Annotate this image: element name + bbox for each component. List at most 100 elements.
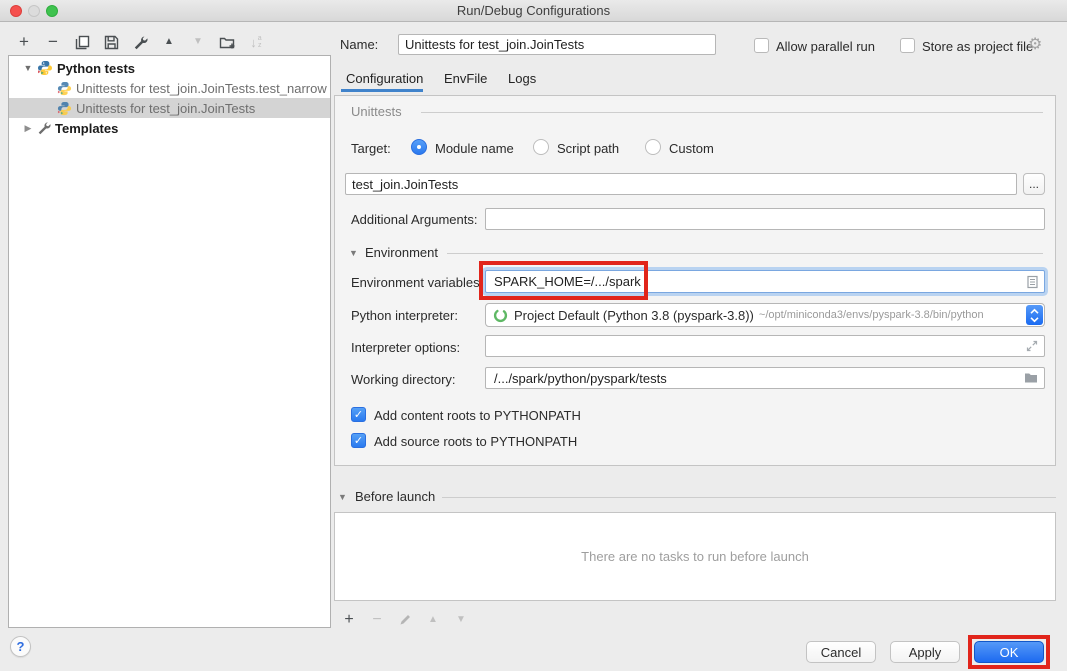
add-source-roots-checkbox[interactable]: ✓	[351, 433, 366, 448]
before-launch-toolbar: + − ▲ ▼	[340, 611, 470, 629]
python-interpreter-label: Python interpreter:	[351, 308, 458, 323]
add-source-roots-label[interactable]: Add source roots to PYTHONPATH	[374, 434, 577, 449]
environment-variables-value[interactable]: SPARK_HOME=/.../spark	[494, 274, 641, 289]
environment-section-label[interactable]: Environment	[365, 245, 438, 260]
tab-configuration[interactable]: Configuration	[346, 71, 423, 86]
titlebar: Run/Debug Configurations	[0, 0, 1067, 22]
arrow-down-icon: ▼	[193, 37, 203, 47]
store-as-project-file-label[interactable]: Store as project file	[922, 39, 1033, 54]
minus-icon: −	[48, 32, 58, 52]
tab-envfile[interactable]: EnvFile	[444, 71, 487, 86]
move-up-button[interactable]: ▲	[159, 32, 179, 52]
python-interpreter-value: Project Default (Python 3.8 (pyspark-3.8…	[514, 308, 754, 323]
move-down-button[interactable]: ▼	[188, 32, 208, 52]
new-folder-icon	[219, 35, 235, 50]
environment-variables-field[interactable]: SPARK_HOME=/.../spark	[485, 270, 1045, 293]
tree-item-unittests-test-narrow[interactable]: Unittests for test_join.JoinTests.test_n…	[9, 78, 330, 98]
sort-configurations-button[interactable]: ↓az	[246, 32, 266, 52]
additional-arguments-input[interactable]	[485, 208, 1045, 230]
save-icon	[104, 35, 119, 50]
add-configuration-button[interactable]: +	[14, 32, 34, 52]
add-icon: +	[19, 32, 29, 52]
target-input[interactable]	[345, 173, 1017, 195]
edit-variables-icon[interactable]	[1027, 275, 1038, 288]
target-custom-label[interactable]: Custom	[669, 141, 714, 156]
minus-icon: −	[372, 611, 381, 629]
tree-item-label: Unittests for test_join.JoinTests	[76, 101, 255, 116]
active-tab-underline	[341, 89, 423, 92]
conda-env-icon	[493, 308, 508, 323]
target-module-name-radio[interactable]	[411, 139, 427, 155]
before-launch-empty-text: There are no tasks to run before launch	[581, 549, 809, 564]
additional-arguments-label: Additional Arguments:	[351, 212, 477, 227]
before-launch-task-list[interactable]: There are no tasks to run before launch	[334, 512, 1056, 601]
remove-task-button[interactable]: −	[368, 611, 386, 629]
templates-wrench-icon	[37, 121, 51, 135]
gear-icon[interactable]: ⚙	[1028, 34, 1042, 54]
sort-az-icon: ↓az	[250, 35, 261, 50]
copy-configuration-button[interactable]	[72, 32, 92, 52]
chevron-down-icon[interactable]: ▼	[23, 63, 33, 73]
tree-item-label: Python tests	[57, 61, 135, 76]
python-tests-icon	[37, 60, 53, 76]
combobox-stepper-icon[interactable]	[1026, 305, 1043, 325]
environment-collapse-icon[interactable]: ▼	[349, 248, 358, 258]
python-interpreter-combobox[interactable]: Project Default (Python 3.8 (pyspark-3.8…	[485, 303, 1045, 327]
move-task-up-button[interactable]: ▲	[424, 611, 442, 629]
edit-task-button[interactable]	[396, 611, 414, 629]
allow-parallel-run-label[interactable]: Allow parallel run	[776, 39, 875, 54]
copy-icon	[75, 35, 90, 50]
interpreter-options-input[interactable]	[485, 335, 1045, 357]
working-directory-label: Working directory:	[351, 372, 456, 387]
apply-button[interactable]: Apply	[890, 641, 960, 663]
python-test-config-icon	[57, 81, 72, 96]
working-directory-input[interactable]: /.../spark/python/pyspark/tests	[485, 367, 1045, 389]
target-script-path-radio[interactable]	[533, 139, 549, 155]
edit-templates-button[interactable]	[130, 32, 150, 52]
allow-parallel-run-checkbox[interactable]	[754, 38, 769, 53]
move-task-down-button[interactable]: ▼	[452, 611, 470, 629]
remove-configuration-button[interactable]: −	[43, 32, 63, 52]
unittests-section-label: Unittests	[351, 104, 402, 119]
add-content-roots-label[interactable]: Add content roots to PYTHONPATH	[374, 408, 581, 423]
check-icon: ✓	[354, 409, 363, 421]
add-content-roots-checkbox[interactable]: ✓	[351, 407, 366, 422]
target-custom-radio[interactable]	[645, 139, 661, 155]
tab-logs[interactable]: Logs	[508, 71, 536, 86]
target-module-name-label[interactable]: Module name	[435, 141, 514, 156]
tree-item-python-tests[interactable]: ▼ Python tests	[9, 58, 330, 78]
create-folder-button[interactable]	[217, 32, 237, 52]
expand-field-icon[interactable]	[1026, 340, 1038, 352]
window-title: Run/Debug Configurations	[0, 3, 1067, 18]
browse-target-button[interactable]: ...	[1023, 173, 1045, 195]
pencil-icon	[398, 613, 412, 627]
store-as-project-file-checkbox[interactable]	[900, 38, 915, 53]
configurations-tree: ▼ Python tests Unittests for test_join.J…	[8, 55, 331, 628]
help-button[interactable]: ?	[10, 636, 31, 657]
section-divider	[447, 253, 1043, 254]
before-launch-section-label[interactable]: Before launch	[355, 489, 435, 504]
configuration-panel: Unittests Target: Module name Script pat…	[334, 95, 1056, 466]
save-configuration-button[interactable]	[101, 32, 121, 52]
tree-item-templates[interactable]: ▶ Templates	[9, 118, 330, 138]
folder-icon[interactable]	[1024, 372, 1038, 384]
add-icon: +	[344, 611, 353, 629]
cancel-button[interactable]: Cancel	[806, 641, 876, 663]
interpreter-options-label: Interpreter options:	[351, 340, 460, 355]
ok-button[interactable]: OK	[974, 641, 1044, 663]
check-icon: ✓	[354, 435, 363, 447]
chevron-right-icon[interactable]: ▶	[23, 123, 33, 134]
tree-item-label: Templates	[55, 121, 118, 136]
wrench-icon	[133, 35, 148, 50]
run-debug-configurations-dialog: Run/Debug Configurations + − ▲ ▼ ↓az ▼ P…	[0, 0, 1067, 671]
before-launch-collapse-icon[interactable]: ▼	[338, 492, 347, 502]
configurations-toolbar: + − ▲ ▼ ↓az	[14, 31, 266, 53]
environment-variables-label: Environment variables:	[351, 275, 483, 290]
tree-item-unittests-jointests[interactable]: Unittests for test_join.JoinTests	[9, 98, 330, 118]
name-input[interactable]	[398, 34, 716, 55]
section-divider	[442, 497, 1056, 498]
add-task-button[interactable]: +	[340, 611, 358, 629]
target-script-path-label[interactable]: Script path	[557, 141, 619, 156]
arrow-up-icon: ▲	[164, 37, 174, 47]
target-label: Target:	[351, 141, 391, 156]
